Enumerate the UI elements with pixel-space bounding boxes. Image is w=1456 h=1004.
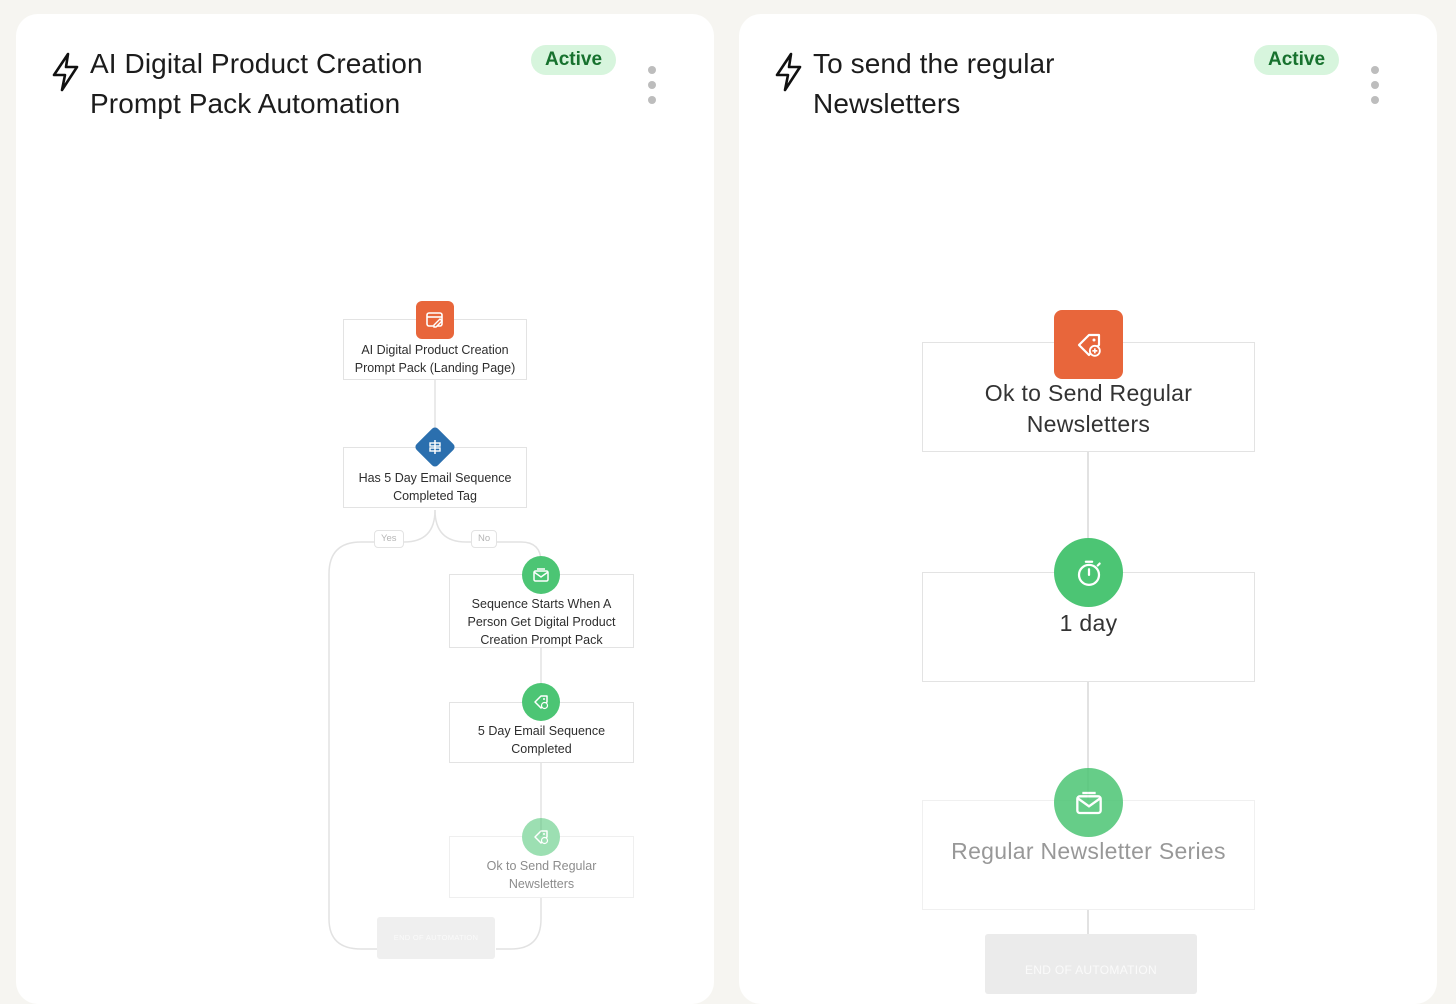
form-edit-icon: [416, 301, 454, 339]
automation-card-2[interactable]: To send the regular Newsletters Active O…: [739, 14, 1437, 1004]
end-of-automation: END OF AUTOMATION: [985, 934, 1197, 994]
branch-yes-label: Yes: [374, 530, 404, 548]
tag-add-icon: [1054, 310, 1123, 379]
stopwatch-icon: [1054, 538, 1123, 607]
tag-add-icon: [522, 818, 560, 856]
branch-no-label: No: [471, 530, 498, 548]
end-of-automation: END OF AUTOMATION: [377, 917, 495, 959]
tag-add-icon: [522, 683, 560, 721]
envelope-icon: [522, 556, 560, 594]
automation-card-1[interactable]: AI Digital Product Creation Prompt Pack …: [16, 14, 714, 1004]
envelope-icon: [1054, 768, 1123, 837]
